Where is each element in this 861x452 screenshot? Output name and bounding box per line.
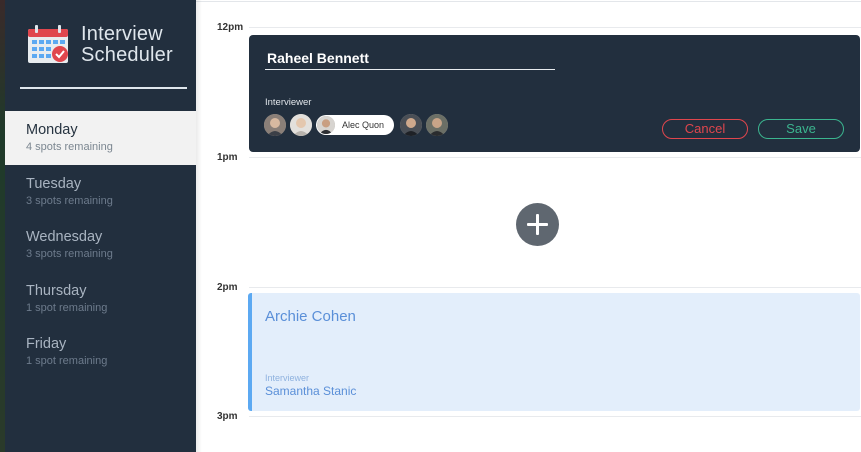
day-name: Tuesday xyxy=(26,175,82,192)
hour-line xyxy=(249,157,861,158)
app-title-line2: Scheduler xyxy=(81,44,173,66)
brand: Interview Scheduler xyxy=(25,22,195,92)
hour-line xyxy=(249,287,861,288)
appointment-interviewer-label: Interviewer xyxy=(265,373,310,383)
day-item-friday[interactable]: Friday 1 spot remaining xyxy=(5,325,196,379)
sidebar-divider xyxy=(20,87,187,89)
hour-line xyxy=(249,27,861,28)
day-name: Monday xyxy=(26,122,78,138)
calendar-check-icon xyxy=(26,24,72,66)
interviewer-list: Alec Quon xyxy=(264,114,452,136)
app-title-line1: Interview xyxy=(81,23,163,45)
day-item-tuesday[interactable]: Tuesday 3 spots remaining xyxy=(5,165,196,219)
interviewer-selected[interactable]: Alec Quon xyxy=(316,115,395,135)
appointment-student: Archie Cohen xyxy=(265,308,356,325)
appointment-interviewer: Samantha Stanic xyxy=(265,384,357,398)
app-title: Interview Scheduler xyxy=(81,24,173,66)
hour-label-1pm: 1pm xyxy=(217,152,238,163)
interviewer-avatar xyxy=(317,116,335,134)
cancel-button[interactable]: Cancel xyxy=(662,119,748,139)
day-spots: 3 spots remaining xyxy=(26,248,113,260)
hour-label-12pm: 12pm xyxy=(217,22,244,33)
hour-label-2pm: 2pm xyxy=(217,282,238,293)
day-name: Friday xyxy=(26,336,67,352)
interviewer-avatar[interactable] xyxy=(426,114,449,136)
interviewer-avatar[interactable] xyxy=(400,114,423,136)
day-name: Wednesday xyxy=(26,229,103,245)
top-divider xyxy=(196,1,861,2)
sidebar-shadow xyxy=(196,0,202,452)
day-item-thursday[interactable]: Thursday 1 spot remaining xyxy=(5,272,196,326)
day-spots: 4 spots remaining xyxy=(26,141,113,153)
day-item-wednesday[interactable]: Wednesday 3 spots remaining xyxy=(5,218,196,272)
interviewer-label: Interviewer xyxy=(265,97,312,108)
day-spots: 1 spot remaining xyxy=(26,355,108,367)
schedule-panel: 12pm 1pm 2pm 3pm Interviewer A xyxy=(196,0,861,452)
sidebar: Interview Scheduler Monday 4 spots remai… xyxy=(5,0,196,452)
day-name: Thursday xyxy=(26,282,87,299)
day-spots: 1 spot remaining xyxy=(26,301,108,314)
appointment-card[interactable]: Archie Cohen Interviewer Samantha Stanic xyxy=(248,293,860,411)
day-spots: 3 spots remaining xyxy=(26,194,113,207)
appointment-form: Interviewer Alec Quon xyxy=(249,35,860,152)
interviewer-name: Alec Quon xyxy=(342,120,385,130)
interviewer-avatar[interactable] xyxy=(290,114,312,136)
plus-icon[interactable] xyxy=(516,203,559,246)
day-item-monday[interactable]: Monday 4 spots remaining xyxy=(5,111,196,165)
app-window: Interview Scheduler Monday 4 spots remai… xyxy=(0,0,861,452)
student-name-input[interactable] xyxy=(265,49,555,70)
day-list: Monday 4 spots remaining Tuesday 3 spots… xyxy=(5,111,196,379)
hour-line xyxy=(249,416,861,417)
interviewer-avatar[interactable] xyxy=(264,114,286,136)
hour-label-3pm: 3pm xyxy=(217,411,238,422)
save-button[interactable]: Save xyxy=(758,119,844,139)
